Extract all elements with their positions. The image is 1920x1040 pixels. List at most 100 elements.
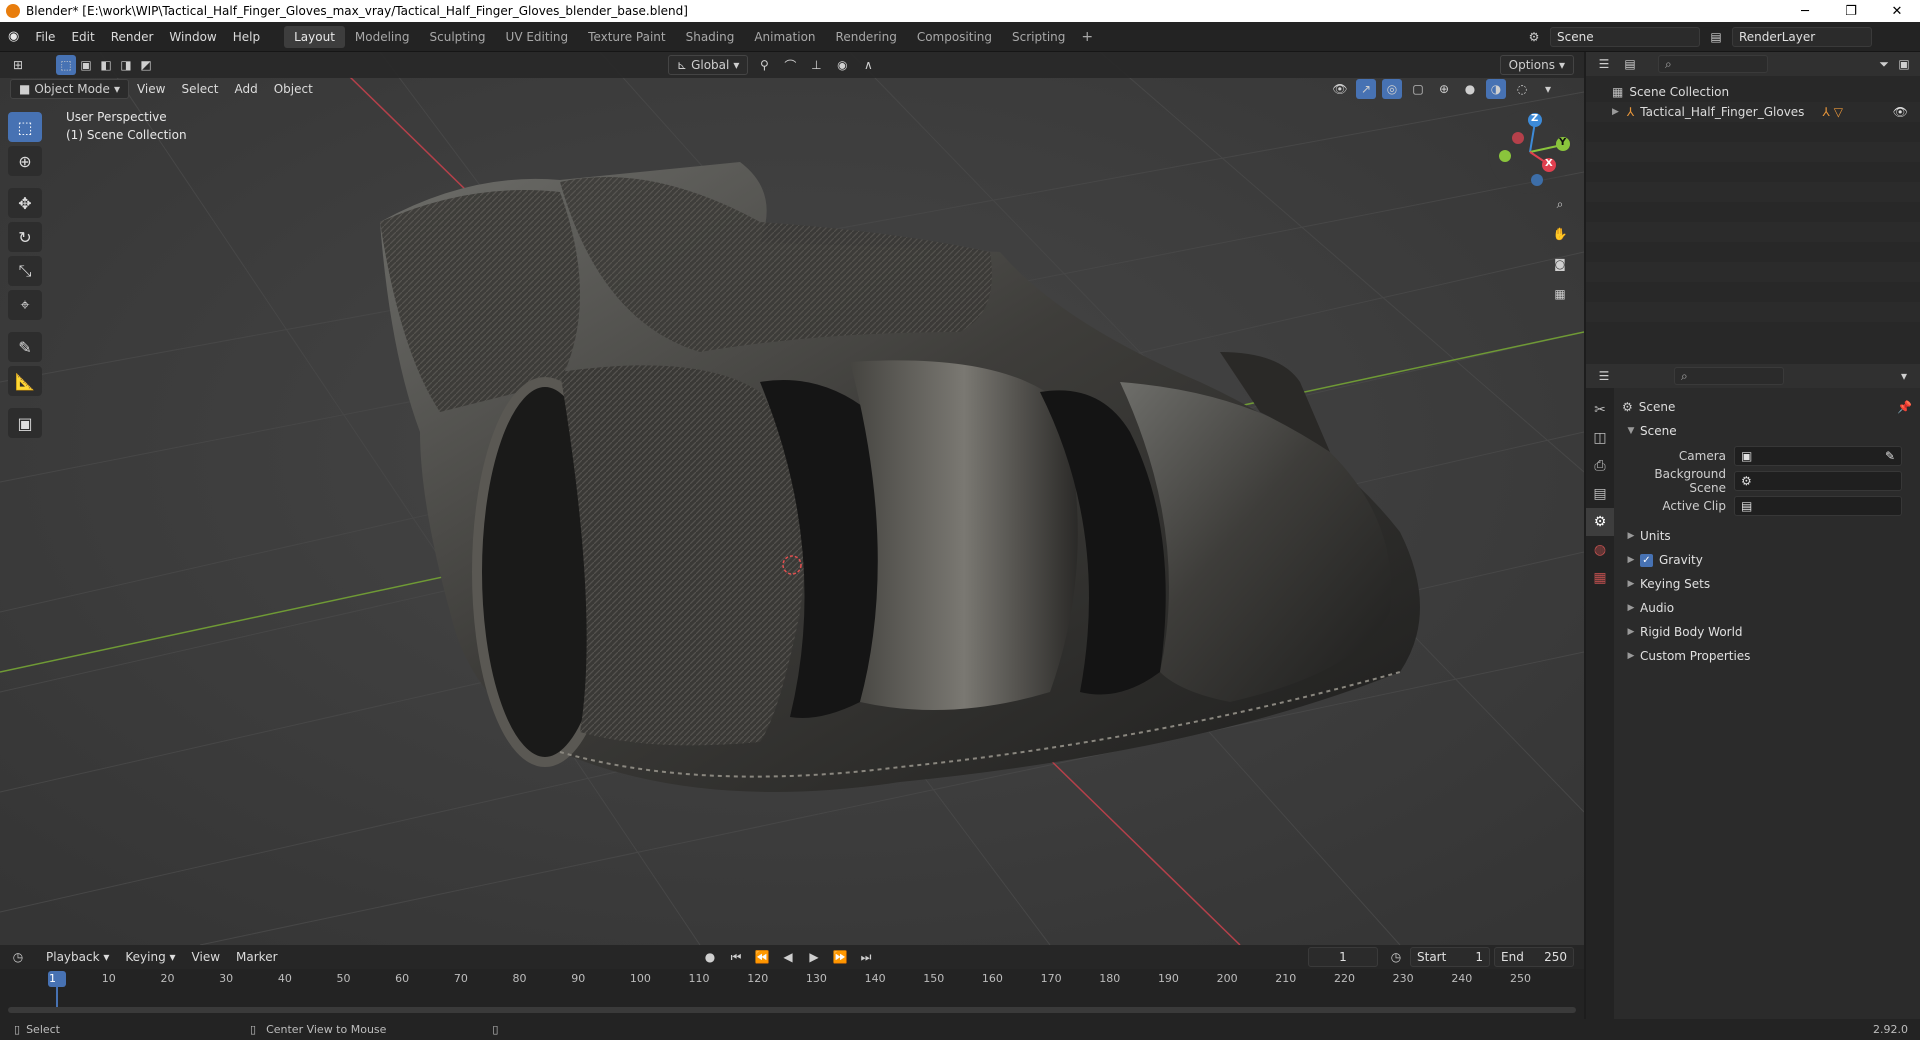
menu-help[interactable]: Help	[225, 30, 268, 44]
new-collection-icon[interactable]: ▣	[1894, 54, 1914, 74]
gravity-panel-header[interactable]: ▶ ✓ Gravity	[1622, 548, 1912, 572]
measure-tool-icon[interactable]: 📐	[8, 366, 42, 396]
select-box-tool-icon[interactable]: ⬚	[8, 112, 42, 142]
overlay-toggle-icon[interactable]: ◎	[1382, 79, 1402, 99]
timeline-scrollbar[interactable]	[8, 1007, 1576, 1013]
zoom-icon[interactable]: ⌕	[1550, 194, 1570, 214]
select-extend-icon[interactable]: ◧	[96, 55, 116, 75]
cursor-tool-icon[interactable]: ⊕	[8, 146, 42, 176]
maximize-button[interactable]: ❐	[1828, 0, 1874, 22]
scene-tab-icon[interactable]: ⚙	[1586, 508, 1614, 536]
tab-compositing[interactable]: Compositing	[907, 26, 1002, 48]
preview-range-icon[interactable]: ◷	[1386, 947, 1406, 967]
tab-scripting[interactable]: Scripting	[1002, 26, 1075, 48]
outliner-scene-collection[interactable]: ▦ Scene Collection	[1586, 82, 1920, 102]
prev-keyframe-icon[interactable]: ⏪	[752, 947, 772, 967]
camera-field[interactable]: ▣ ✎	[1734, 445, 1902, 466]
viewport-menu-object[interactable]: Object	[266, 80, 321, 98]
tab-rendering[interactable]: Rendering	[826, 26, 907, 48]
gravity-checkbox[interactable]: ✓	[1640, 553, 1653, 567]
visibility-icon[interactable]: 👁	[1330, 79, 1350, 99]
add-cube-tool-icon[interactable]: ▣	[8, 408, 42, 438]
audio-panel-header[interactable]: ▶ Audio	[1622, 596, 1912, 620]
add-workspace-icon[interactable]: +	[1075, 29, 1099, 45]
units-panel-header[interactable]: ▶ Units	[1622, 524, 1912, 548]
outliner-item-gloves[interactable]: ▶ ⅄ Tactical_Half_Finger_Gloves ⅄ ▽ 👁	[1586, 102, 1920, 122]
menu-edit[interactable]: Edit	[63, 30, 102, 44]
transform-tool-icon[interactable]: ⌖	[8, 290, 42, 320]
scale-tool-icon[interactable]: ⤡	[8, 256, 42, 286]
outliner-search-input[interactable]: ⌕	[1658, 55, 1768, 73]
world-tab-icon[interactable]: ◍	[1586, 536, 1614, 564]
annotate-tool-icon[interactable]: ✎	[8, 332, 42, 362]
expand-triangle-icon[interactable]: ▶	[1612, 107, 1619, 117]
background-scene-field[interactable]: ⚙	[1734, 470, 1902, 491]
menu-window[interactable]: Window	[161, 30, 224, 44]
chevron-down-icon[interactable]: ▾	[1894, 366, 1914, 386]
play-reverse-icon[interactable]: ◀	[778, 947, 798, 967]
camera-view-icon[interactable]: ◙	[1550, 254, 1570, 274]
viewport-menu-add[interactable]: Add	[226, 80, 265, 98]
navigation-gizmo[interactable]	[1488, 110, 1572, 194]
rotate-tool-icon[interactable]: ↻	[8, 222, 42, 252]
falloff-icon[interactable]: ∧	[858, 55, 878, 75]
editor-type-icon[interactable]: ◷	[8, 947, 28, 967]
timeline-area[interactable]: 1 10 20 30 40 50 60 70 80 90 100 110 120 130 140 150 160…	[0, 969, 1584, 1019]
select-new-icon[interactable]: ▣	[76, 55, 96, 75]
editor-type-icon[interactable]: ⊞	[8, 55, 28, 75]
eye-icon[interactable]: 👁	[1893, 105, 1908, 119]
ortho-grid-icon[interactable]: ▦	[1550, 284, 1570, 304]
tab-uv-editing[interactable]: UV Editing	[496, 26, 579, 48]
jump-end-icon[interactable]: ⏭	[856, 947, 876, 967]
menu-file[interactable]: File	[27, 30, 63, 44]
select-box-mode-icon[interactable]: ⬚	[56, 55, 76, 75]
editor-type-icon[interactable]: ☰	[1594, 54, 1614, 74]
rendered-shading-icon[interactable]: ◌	[1512, 79, 1532, 99]
xray-icon[interactable]: ▢	[1408, 79, 1428, 99]
tab-sculpting[interactable]: Sculpting	[420, 26, 496, 48]
material-shading-icon[interactable]: ◑	[1486, 79, 1506, 99]
options-dropdown[interactable]: Options ▾	[1499, 55, 1574, 75]
view-layer-selector[interactable]: RenderLayer	[1732, 27, 1872, 47]
snap-icon[interactable]: ⌒	[780, 55, 800, 75]
blender-menu-icon[interactable]: ◉	[0, 29, 27, 44]
current-frame-field[interactable]: 1	[1308, 947, 1378, 967]
render-tab-icon[interactable]: ◫	[1586, 424, 1614, 452]
editor-type-icon[interactable]: ☰	[1594, 366, 1614, 386]
rigid-body-world-panel-header[interactable]: ▶ Rigid Body World	[1622, 620, 1912, 644]
select-invert-icon[interactable]: ◩	[136, 55, 156, 75]
next-keyframe-icon[interactable]: ⏩	[830, 947, 850, 967]
start-frame-field[interactable]: Start 1	[1410, 947, 1490, 967]
proportional-editing-icon[interactable]: ◉	[832, 55, 852, 75]
tab-layout[interactable]: Layout	[284, 25, 345, 48]
tab-animation[interactable]: Animation	[744, 26, 825, 48]
scene-selector[interactable]: Scene	[1550, 27, 1700, 47]
minimize-button[interactable]: ─	[1782, 0, 1828, 22]
record-icon[interactable]: ●	[700, 947, 720, 967]
tab-texture-paint[interactable]: Texture Paint	[578, 26, 675, 48]
wireframe-shading-icon[interactable]: ⊕	[1434, 79, 1454, 99]
display-mode-icon[interactable]: ▤	[1620, 54, 1640, 74]
tab-modeling[interactable]: Modeling	[345, 26, 420, 48]
timeline-menu-view[interactable]: View	[184, 948, 228, 966]
frame-ruler[interactable]: 1 10 20 30 40 50 60 70 80 90 100 110 120 130 140 150 160…	[0, 969, 1584, 991]
keying-sets-panel-header[interactable]: ▶ Keying Sets	[1622, 572, 1912, 596]
solid-shading-icon[interactable]: ●	[1460, 79, 1480, 99]
viewport-menu-view[interactable]: View	[129, 80, 173, 98]
texture-tab-icon[interactable]: ▦	[1586, 564, 1614, 592]
select-subtract-icon[interactable]: ◨	[116, 55, 136, 75]
viewport-menu-select[interactable]: Select	[173, 80, 226, 98]
chevron-down-icon[interactable]: ▾	[1538, 79, 1558, 99]
timeline-menu-keying[interactable]: Keying ▾	[117, 948, 183, 966]
tool-tab-icon[interactable]: ✂	[1586, 396, 1614, 424]
pin-icon[interactable]: 📌	[1897, 400, 1912, 414]
output-tab-icon[interactable]: ⎙	[1586, 452, 1614, 480]
view-layer-icon[interactable]: ▤	[1706, 27, 1726, 47]
tab-shading[interactable]: Shading	[676, 26, 745, 48]
gizmo-toggle-icon[interactable]: ↗	[1356, 79, 1376, 99]
filter-icon[interactable]: ⏷	[1874, 54, 1894, 74]
custom-properties-panel-header[interactable]: ▶ Custom Properties	[1622, 644, 1912, 668]
transform-orientation-dropdown[interactable]: ⊾ Global ▾	[668, 55, 749, 75]
active-clip-field[interactable]: ▤	[1734, 495, 1902, 516]
end-frame-field[interactable]: End 250	[1494, 947, 1574, 967]
